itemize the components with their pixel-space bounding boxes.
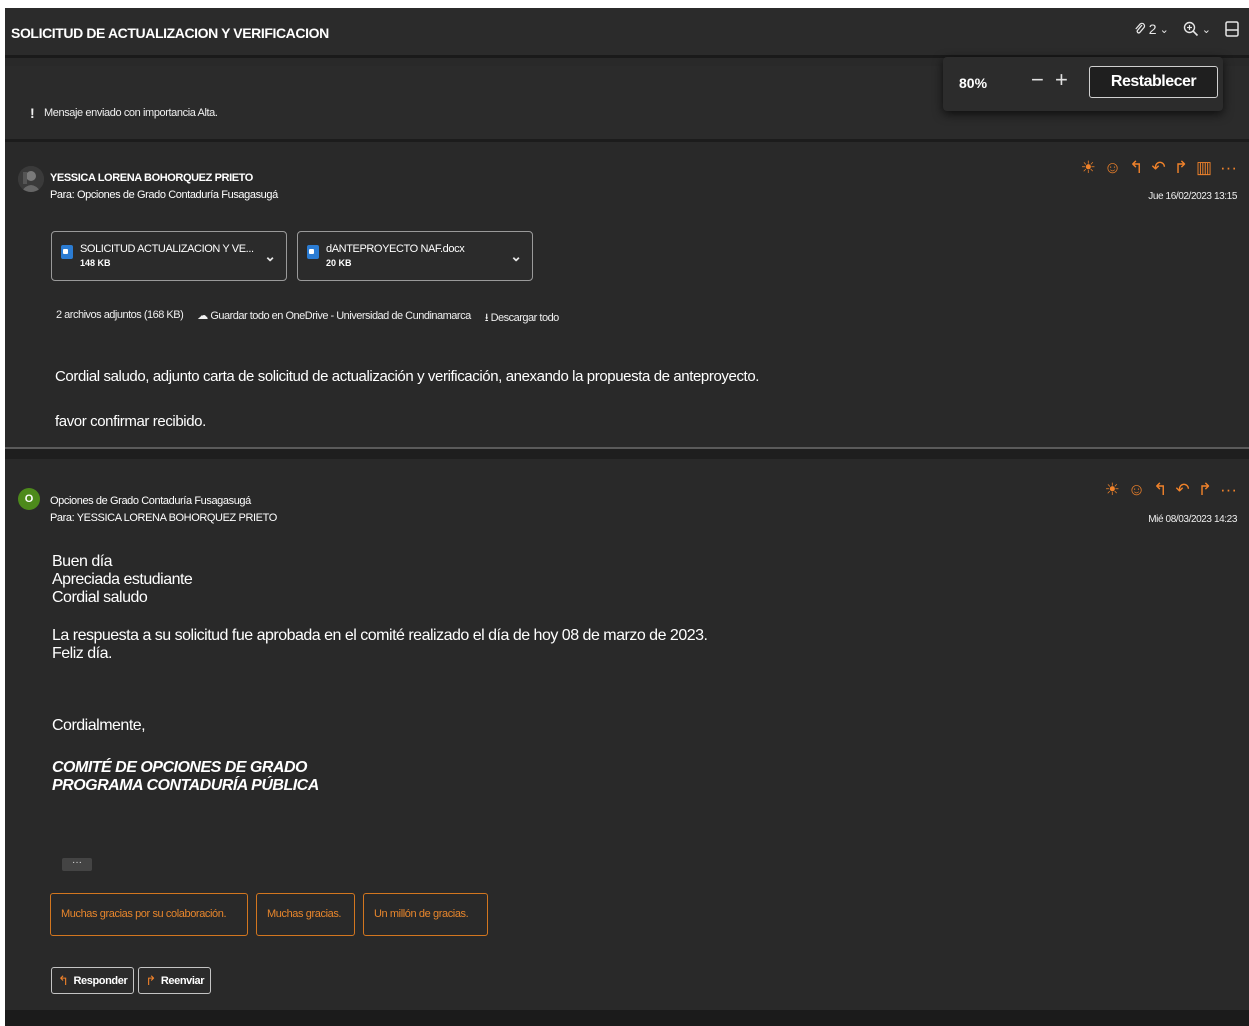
attachment-size: 148 KB [80,258,111,268]
recipient-line: Para: YESSICA LORENA BOHORQUEZ PRIETO [50,512,277,524]
zoom-out-button[interactable]: − [1031,69,1044,91]
body-line: Apreciada estudiante [52,571,193,588]
attachment-card[interactable]: SOLICITUD ACTUALIZACION Y VE... 148 KB ⌄ [51,231,287,281]
message-body-line: Cordial saludo, adjunto carta de solicit… [55,368,760,385]
suggested-reply[interactable]: Un millón de gracias. [363,893,488,936]
attachment-card[interactable]: dANTEPROYECTO NAF.docx 20 KB ⌄ [297,231,533,281]
message-divider [5,447,1249,459]
reply-icon: ↰ [58,972,69,988]
attachments-summary-bar: 2 archivos adjuntos (168 KB) ☁ Guardar t… [56,309,559,328]
suggested-reply[interactable]: Muchas gracias por su colaboración. [50,893,248,936]
high-importance-icon: ! [30,105,35,121]
zoom-dropdown[interactable]: ⌄ [1183,21,1211,37]
message-item: YESSICA LORENA BOHORQUEZ PRIETO Para: Op… [5,145,1249,447]
message-header: SOLICITUD DE ACTUALIZACION Y VERIFICACIO… [5,8,1249,58]
reading-pane: SOLICITUD DE ACTUALIZACION Y VERIFICACIO… [5,8,1249,1026]
reply-label: Responder [73,974,128,987]
teams-icon[interactable]: ▥ [1196,159,1212,177]
more-icon[interactable]: ··· [1220,159,1237,177]
chevron-down-icon[interactable]: ⌄ [510,248,522,265]
zoom-popup: 80% − + Restablecer [943,57,1223,111]
reset-zoom-button[interactable]: Restablecer [1089,66,1218,98]
attachments-summary: 2 archivos adjuntos (168 KB) [56,309,184,321]
message-date: Jue 16/02/2023 13:15 [1148,191,1237,202]
recipient-line: Para: Opciones de Grado Contaduría Fusag… [50,189,278,201]
forward-icon[interactable]: ↱ [1174,159,1188,177]
attachment-size: 20 KB [326,258,352,268]
reply-all-icon[interactable]: ↶ [1151,159,1165,177]
reply-all-icon[interactable]: ↶ [1176,481,1190,499]
chevron-down-icon: ⌄ [1159,23,1169,36]
avatar[interactable]: O [18,488,40,510]
zoom-icon [1183,21,1199,37]
attachment-name: SOLICITUD ACTUALIZACION Y VE... [80,243,254,255]
reply-button[interactable]: ↰ Responder [51,967,135,994]
attachment-name: dANTEPROYECTO NAF.docx [326,243,465,255]
save-onedrive-label: Guardar todo en OneDrive - Universidad d… [210,310,471,322]
message-subject: SOLICITUD DE ACTUALIZACION Y VERIFICACIO… [11,25,329,41]
sender-name[interactable]: Opciones de Grado Contaduría Fusagasugá [50,495,251,507]
header-toolbar: 2 ⌄ ⌄ [1134,21,1239,37]
closing: Cordialmente, [52,717,146,734]
more-icon[interactable]: ··· [1220,481,1237,499]
forward-label: Reenviar [160,974,205,987]
sun-icon[interactable]: ☀ [1105,481,1120,499]
zoom-in-button[interactable]: + [1055,69,1068,91]
zoom-level: 80% [959,75,988,91]
word-file-icon [61,245,73,259]
emoji-icon[interactable]: ☺ [1104,159,1121,177]
download-all-link[interactable]: ⭳ Descargar todo [485,309,560,328]
message-body-line: favor confirmar recibido. [55,413,206,430]
paperclip-icon [1134,22,1146,36]
reply-icon[interactable]: ↰ [1153,481,1167,499]
body-line: La respuesta a su solicitud fue aprobada… [52,627,708,644]
reply-buttons: ↰ Responder ↱ Reenviar [51,967,212,994]
chevron-down-icon: ⌄ [1201,23,1211,36]
message-body: Buen día Apreciada estudiante Cordial sa… [52,553,708,795]
message-date: Mié 08/03/2023 14:23 [1148,514,1237,525]
signature-line: COMITÉ DE OPCIONES DE GRADO [52,759,307,776]
message-actions: ☀ ☺ ↰ ↶ ↱ ▥ ··· [1081,159,1237,177]
save-onedrive-link[interactable]: ☁ Guardar todo en OneDrive - Universidad… [197,309,471,328]
reading-pane-icon [1225,21,1239,37]
show-more-button[interactable]: ··· [62,858,92,871]
emoji-icon[interactable]: ☺ [1128,481,1145,499]
cloud-icon: ☁ [197,310,211,322]
body-line: Buen día [52,553,113,570]
suggested-reply[interactable]: Muchas gracias. [256,893,355,936]
chevron-down-icon[interactable]: ⌄ [264,248,276,265]
body-line: Cordial saludo [52,589,148,606]
reply-icon[interactable]: ↰ [1129,159,1143,177]
bottom-bar [5,1010,1249,1026]
word-file-icon [307,245,319,259]
sender-name[interactable]: YESSICA LORENA BOHORQUEZ PRIETO [50,172,253,184]
body-line: Feliz día. [52,645,112,662]
forward-icon[interactable]: ↱ [1198,481,1212,499]
sun-icon[interactable]: ☀ [1081,159,1096,177]
reading-pane-button[interactable] [1225,21,1239,37]
download-all-label: Descargar todo [490,312,560,324]
message-item: O Opciones de Grado Contaduría Fusagasug… [5,459,1249,1010]
greeting-block: Buen día Apreciada estudiante Cordial sa… [52,553,707,607]
message-actions: ☀ ☺ ↰ ↶ ↱ ··· [1105,481,1237,499]
attachments-count: 2 [1148,21,1157,37]
importance-text: Mensaje enviado con importancia Alta. [44,107,218,119]
attachments-dropdown[interactable]: 2 ⌄ [1134,21,1169,37]
response-block: La respuesta a su solicitud fue aprobada… [52,627,708,663]
forward-icon: ↱ [145,972,156,988]
avatar[interactable] [18,166,44,192]
signature-line: PROGRAMA CONTADURÍA PÚBLICA [52,777,319,794]
forward-button[interactable]: ↱ Reenviar [138,967,212,994]
